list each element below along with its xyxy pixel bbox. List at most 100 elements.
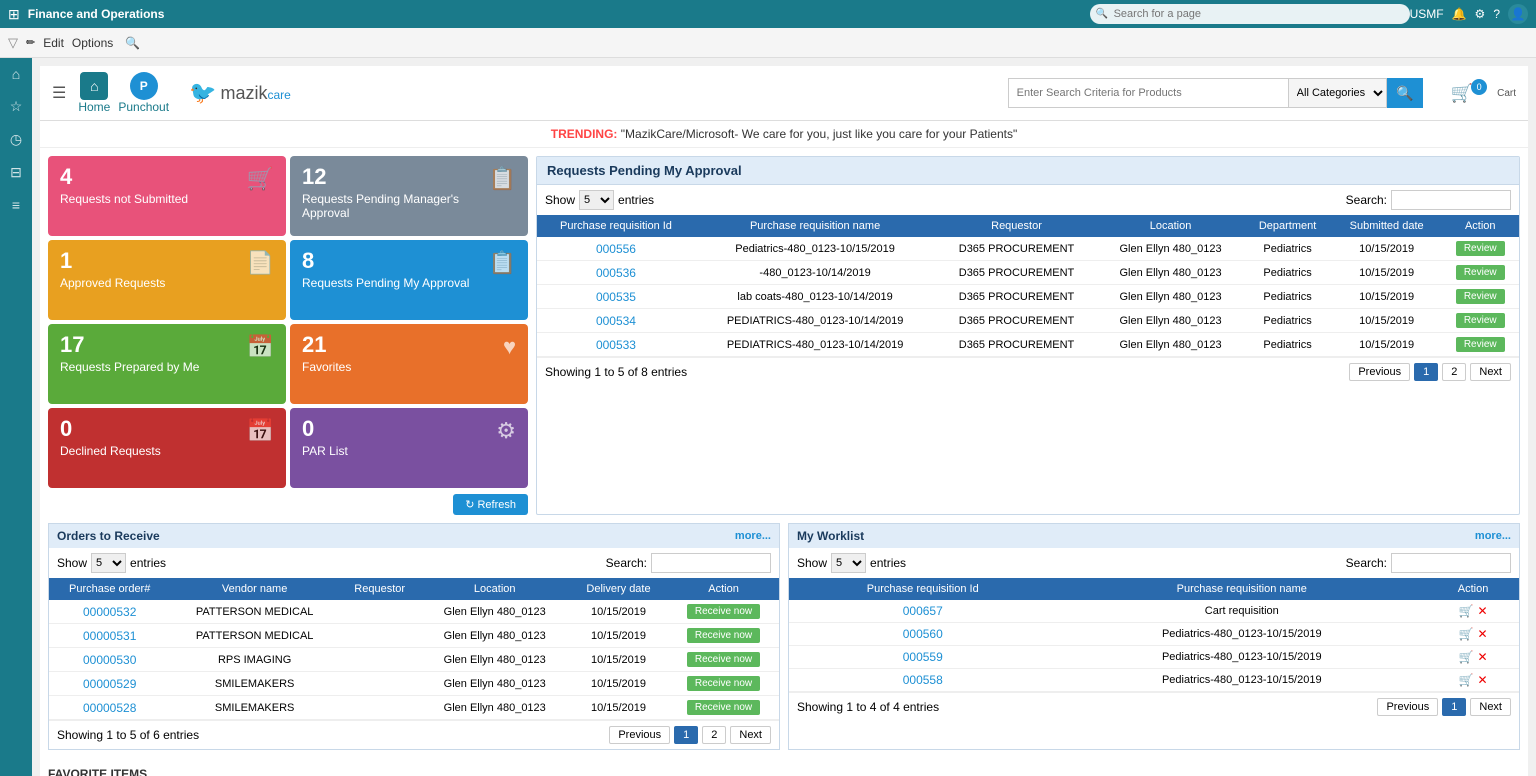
tile-5[interactable]: 21 Favorites ♥ xyxy=(290,324,528,404)
entries-select[interactable]: 51025 xyxy=(579,190,614,210)
req-action[interactable]: Review xyxy=(1441,309,1519,333)
worklist-more-link[interactable]: more... xyxy=(1475,530,1511,542)
req-action[interactable]: Review xyxy=(1441,261,1519,285)
cart-area[interactable]: 🛒 0 Cart xyxy=(1451,83,1516,104)
home-sidebar-icon[interactable]: ⌂ xyxy=(12,66,20,82)
tile-4[interactable]: 17 Requests Prepared by Me 📅 xyxy=(48,324,286,404)
requests-page-2[interactable]: 2 xyxy=(1442,363,1466,381)
order-action[interactable]: Receive now xyxy=(668,648,779,672)
cart-action-icon[interactable]: 🛒 xyxy=(1459,673,1474,687)
worklist-prev-button[interactable]: Previous xyxy=(1377,698,1438,716)
orders-search-input[interactable] xyxy=(651,553,771,573)
req-id[interactable]: 000533 xyxy=(537,333,695,357)
tile-label-2: Approved Requests xyxy=(60,276,165,290)
worklist-page-1[interactable]: 1 xyxy=(1442,698,1466,716)
order-id[interactable]: 00000529 xyxy=(49,672,170,696)
req-location: Glen Ellyn 480_0123 xyxy=(1098,309,1243,333)
worklist-action[interactable]: 🛒 ✕ xyxy=(1427,600,1519,623)
order-id[interactable]: 00000530 xyxy=(49,648,170,672)
req-id[interactable]: 000556 xyxy=(537,237,695,261)
tile-1[interactable]: 12 Requests Pending Manager's Approval 📋 xyxy=(290,156,528,236)
orders-page-2[interactable]: 2 xyxy=(702,726,726,744)
order-id[interactable]: 00000528 xyxy=(49,696,170,720)
hamburger-menu[interactable]: ☰ xyxy=(52,83,66,103)
req-action[interactable]: Review xyxy=(1441,237,1519,261)
user-icon[interactable]: 👤 xyxy=(1508,4,1528,24)
worklist-action[interactable]: 🛒 ✕ xyxy=(1427,669,1519,692)
tile-3[interactable]: 8 Requests Pending My Approval 📋 xyxy=(290,240,528,320)
worklist-id[interactable]: 000560 xyxy=(789,623,1057,646)
clock-sidebar-icon[interactable]: ◷ xyxy=(10,131,22,148)
worklist-entries-select[interactable]: 510 xyxy=(831,553,866,573)
top-search-input[interactable] xyxy=(1090,4,1410,24)
requests-search-input[interactable] xyxy=(1391,190,1511,210)
punchout-icon-bg: P xyxy=(130,72,158,100)
tile-6[interactable]: 0 Declined Requests 📅 xyxy=(48,408,286,488)
star-sidebar-icon[interactable]: ☆ xyxy=(10,98,23,115)
tile-0[interactable]: 4 Requests not Submitted 🛒 xyxy=(48,156,286,236)
req-id[interactable]: 000535 xyxy=(537,285,695,309)
req-id[interactable]: 000534 xyxy=(537,309,695,333)
worklist-action[interactable]: 🛒 ✕ xyxy=(1427,646,1519,669)
orders-page-1[interactable]: 1 xyxy=(674,726,698,744)
table-row: 000558 Pediatrics-480_0123-10/15/2019 🛒 … xyxy=(789,669,1519,692)
help-icon[interactable]: ? xyxy=(1493,7,1500,21)
orders-more-link[interactable]: more... xyxy=(735,530,771,542)
req-name: PEDIATRICS-480_0123-10/14/2019 xyxy=(695,333,935,357)
options-button[interactable]: Options xyxy=(72,36,113,50)
order-action[interactable]: Receive now xyxy=(668,696,779,720)
notification-icon[interactable]: 🔔 xyxy=(1452,7,1467,21)
orders-next-button[interactable]: Next xyxy=(730,726,771,744)
req-action[interactable]: Review xyxy=(1441,333,1519,357)
worklist-next-button[interactable]: Next xyxy=(1470,698,1511,716)
order-requestor xyxy=(339,600,421,624)
settings-icon[interactable]: ⚙ xyxy=(1475,7,1486,21)
orders-controls: Show 510 entries Search: xyxy=(49,548,779,578)
order-location: Glen Ellyn 480_0123 xyxy=(421,648,569,672)
requests-next-button[interactable]: Next xyxy=(1470,363,1511,381)
delete-action-icon[interactable]: ✕ xyxy=(1477,673,1487,687)
delete-action-icon[interactable]: ✕ xyxy=(1477,604,1487,618)
order-action[interactable]: Receive now xyxy=(668,624,779,648)
cart-action-icon[interactable]: 🛒 xyxy=(1459,650,1474,664)
worklist-id[interactable]: 000657 xyxy=(789,600,1057,623)
home-nav-link[interactable]: ⌂ Home xyxy=(78,72,110,114)
req-action[interactable]: Review xyxy=(1441,285,1519,309)
req-department: Pediatrics xyxy=(1243,333,1332,357)
requests-pending-header: Requests Pending My Approval xyxy=(537,157,1519,185)
order-action[interactable]: Receive now xyxy=(668,600,779,624)
order-id[interactable]: 00000532 xyxy=(49,600,170,624)
my-worklist-panel: My Worklist more... Show 510 entries Se xyxy=(788,523,1520,750)
orders-entries-select[interactable]: 510 xyxy=(91,553,126,573)
cart-action-icon[interactable]: 🛒 xyxy=(1459,627,1474,641)
worklist-id[interactable]: 000559 xyxy=(789,646,1057,669)
trending-message: "MazikCare/Microsoft- We care for you, j… xyxy=(621,127,1017,141)
grid-sidebar-icon[interactable]: ⊟ xyxy=(10,164,22,181)
product-search-button[interactable]: 🔍 xyxy=(1387,78,1423,108)
delete-action-icon[interactable]: ✕ xyxy=(1477,650,1487,664)
delete-action-icon[interactable]: ✕ xyxy=(1477,627,1487,641)
req-requestor: D365 PROCUREMENT xyxy=(935,261,1098,285)
refresh-button[interactable]: ↻ Refresh xyxy=(453,494,528,515)
worklist-action[interactable]: 🛒 ✕ xyxy=(1427,623,1519,646)
order-action[interactable]: Receive now xyxy=(668,672,779,696)
trending-label: TRENDING: xyxy=(551,127,618,141)
search-toolbar-icon[interactable]: 🔍 xyxy=(125,36,140,50)
punchout-nav-link[interactable]: P Punchout xyxy=(118,72,169,114)
req-requestor: D365 PROCUREMENT xyxy=(935,285,1098,309)
worklist-id[interactable]: 000558 xyxy=(789,669,1057,692)
orders-prev-button[interactable]: Previous xyxy=(609,726,670,744)
grid-icon[interactable]: ⊞ xyxy=(8,6,20,23)
tile-7[interactable]: 0 PAR List ⚙ xyxy=(290,408,528,488)
req-id[interactable]: 000536 xyxy=(537,261,695,285)
requests-prev-button[interactable]: Previous xyxy=(1349,363,1410,381)
edit-button[interactable]: Edit xyxy=(43,36,64,50)
list-sidebar-icon[interactable]: ≡ xyxy=(12,197,20,213)
requests-page-1[interactable]: 1 xyxy=(1414,363,1438,381)
worklist-search-input[interactable] xyxy=(1391,553,1511,573)
category-select[interactable]: All Categories xyxy=(1288,78,1387,108)
product-search-input[interactable] xyxy=(1008,78,1288,108)
cart-action-icon[interactable]: 🛒 xyxy=(1459,604,1474,618)
order-id[interactable]: 00000531 xyxy=(49,624,170,648)
tile-2[interactable]: 1 Approved Requests 📄 xyxy=(48,240,286,320)
